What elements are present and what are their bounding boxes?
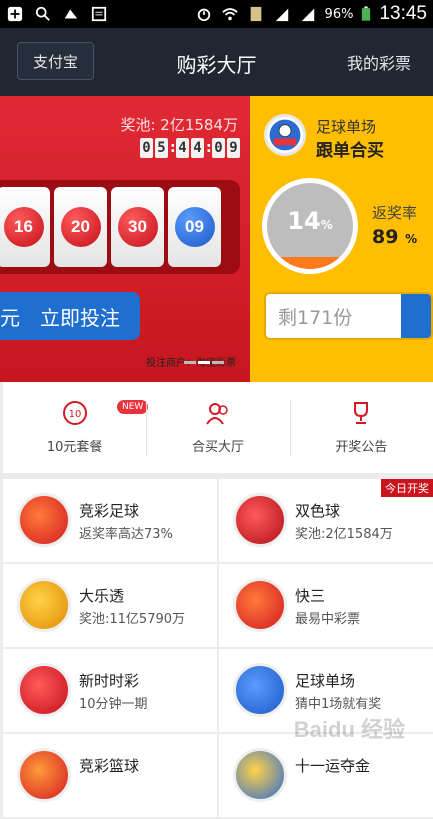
football-single-logo-icon <box>264 114 306 156</box>
progress-gauge: 14% <box>262 178 358 274</box>
jackpot-text: 奖池: 2亿1584万 <box>120 116 238 134</box>
clock: 13:45 <box>379 3 427 24</box>
taobao-icon <box>64 9 78 19</box>
lottery-fast-three[interactable]: 快三 最易中彩票 <box>219 564 433 647</box>
progress-fill <box>267 256 353 269</box>
ten-yuan-icon: 10 <box>62 401 87 425</box>
lottery-eleven-five[interactable]: 十一运夺金 <box>219 734 433 817</box>
carousel-dots <box>184 361 224 364</box>
lottery-double-color-ball[interactable]: 双色球 奖池:2亿1584万 今日开奖 <box>219 479 433 562</box>
shortcut-label: 合买大厅 <box>191 440 244 455</box>
remaining-shares-button[interactable]: 剩171份 <box>264 292 433 340</box>
rebate-label: 返奖率 <box>372 204 418 222</box>
countdown-timer: 0 5 : 4 4 : 0 9 <box>140 138 240 158</box>
battery-icon <box>362 6 371 21</box>
lottery-desc: 猜中1场就有奖 <box>295 697 382 712</box>
signal-e-icon <box>275 8 288 22</box>
lottery-desc: 奖池:11亿5790万 <box>79 612 186 627</box>
countdown-digit: 4 <box>176 138 189 158</box>
lottery-name: 竞彩足球 <box>79 502 140 520</box>
bet-now-button[interactable]: 元 立即投注 <box>0 292 140 340</box>
ball-slot: 30 <box>111 187 164 267</box>
search-icon <box>35 6 50 21</box>
lottery-desc: 返奖率高达73% <box>79 527 173 542</box>
shortcut-label: 10元套餐 <box>46 440 103 455</box>
new-badge: NEW <box>117 400 149 414</box>
red-ball: 20 <box>60 207 101 247</box>
carousel-dot[interactable] <box>184 361 196 364</box>
football-single-subtitle: 跟单合买 <box>316 141 384 161</box>
wifi-icon <box>221 8 238 21</box>
ball-slot: 20 <box>54 187 107 267</box>
shortcut-bar: 10 10元套餐 NEW 合买大厅 开奖公告 <box>3 382 433 473</box>
double-color-ball-icon <box>233 493 287 547</box>
document-icon <box>91 6 107 22</box>
double-color-card[interactable]: 奖池: 2亿1584万 0 5 : 4 4 : 0 9 16 20 30 09 … <box>0 96 250 382</box>
basketball-lottery-icon <box>17 748 71 802</box>
alarm-icon <box>197 8 210 22</box>
super-lotto-icon <box>17 578 71 632</box>
football-single-title: 足球单场 <box>316 118 377 136</box>
lottery-name: 足球单场 <box>295 672 356 690</box>
lottery-super-lotto[interactable]: 大乐透 奖池:11亿5790万 <box>3 564 217 647</box>
lottery-football[interactable]: 竞彩足球 返奖率高达73% <box>3 479 217 562</box>
join-button-edge[interactable] <box>401 294 431 338</box>
group-buy-icon <box>206 403 228 425</box>
lottery-desc: 10分钟一期 <box>79 697 148 712</box>
carousel-dot-active[interactable] <box>198 361 210 364</box>
carousel-dot[interactable] <box>212 361 224 364</box>
blue-ball: 09 <box>174 207 215 247</box>
signal-icon <box>301 8 314 22</box>
countdown-digit: 9 <box>227 138 240 158</box>
football-lottery-icon <box>17 493 71 547</box>
countdown-colon: : <box>170 140 176 156</box>
my-lottery-link[interactable]: 我的彩票 <box>347 50 411 74</box>
lottery-name: 双色球 <box>295 502 341 520</box>
lottery-name: 大乐透 <box>79 587 125 605</box>
countdown-digit: 0 <box>212 138 225 158</box>
shortcut-draw-announcement[interactable]: 开奖公告 <box>289 382 433 473</box>
plus-icon <box>7 6 23 22</box>
battery-percent: 96% <box>324 6 354 22</box>
countdown-colon: : <box>206 140 212 156</box>
shortcut-label: 开奖公告 <box>335 440 388 455</box>
bet-prefix: 元 <box>0 305 20 330</box>
football-single-icon <box>233 663 287 717</box>
lottery-name: 快三 <box>295 587 326 605</box>
countdown-digit: 4 <box>191 138 204 158</box>
promo-banner[interactable]: 奖池: 2亿1584万 0 5 : 4 4 : 0 9 16 20 30 09 … <box>0 96 433 382</box>
red-ball: 30 <box>117 207 158 247</box>
time-lottery-icon <box>17 663 71 717</box>
eleven-five-icon <box>233 748 287 802</box>
trophy-icon <box>354 402 369 424</box>
countdown-digit: 0 <box>140 138 153 158</box>
remaining-shares-text: 剩171份 <box>278 306 353 329</box>
lottery-basketball[interactable]: 竞彩篮球 <box>3 734 217 817</box>
lottery-desc: 最易中彩票 <box>295 612 361 627</box>
ball-slot: 16 <box>0 187 50 267</box>
countdown-digit: 5 <box>155 138 168 158</box>
status-bar: 96% 13:45 <box>0 0 433 28</box>
lottery-grid: 竞彩足球 返奖率高达73% 双色球 奖池:2亿1584万 今日开奖 大乐透 奖池… <box>3 479 433 819</box>
ball-slot: 09 <box>168 187 221 267</box>
fast-three-icon <box>233 578 287 632</box>
bet-now-label: 立即投注 <box>40 305 120 330</box>
shortcut-ten-yuan-package[interactable]: 10 10元套餐 NEW <box>3 382 149 473</box>
lottery-time-lottery[interactable]: 新时时彩 10分钟一期 <box>3 649 217 732</box>
sim-icon <box>250 6 261 22</box>
rebate-value: 89 % <box>372 226 418 248</box>
lottery-name: 新时时彩 <box>79 672 140 690</box>
football-single-card[interactable]: 足球单场 跟单合买 14% 返奖率 89 % 剩171份 <box>250 96 433 382</box>
title-bar: 支付宝 购彩大厅 我的彩票 <box>0 28 433 96</box>
lottery-desc: 奖池:2亿1584万 <box>295 527 393 542</box>
svg-text:10: 10 <box>68 409 81 420</box>
watermark: Baidu 经验 <box>293 717 405 742</box>
today-draw-tag: 今日开奖 <box>381 479 433 497</box>
progress-text: 14% <box>287 207 333 235</box>
alipay-button[interactable]: 支付宝 <box>17 42 94 80</box>
shortcut-group-buy-hall[interactable]: 合买大厅 <box>146 382 289 473</box>
red-ball: 16 <box>3 207 44 247</box>
lottery-balls: 16 20 30 09 <box>0 180 240 274</box>
